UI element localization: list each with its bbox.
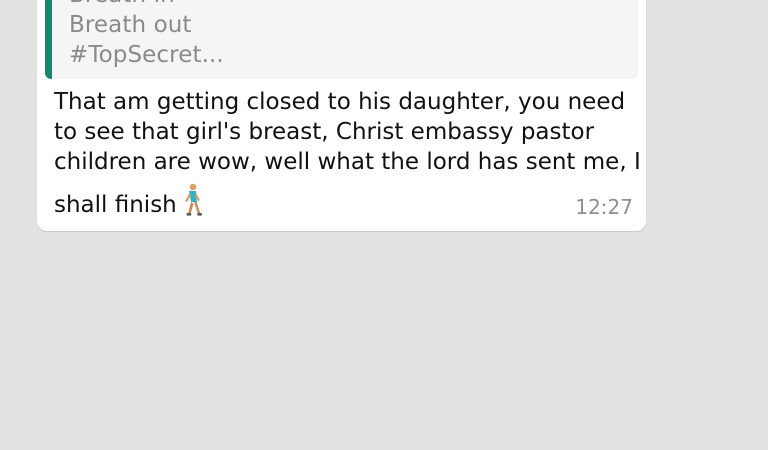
chat-area: Breath in Breath out #TopSecret... That … (0, 0, 768, 450)
message-line: That am getting closed to his daughter, … (54, 89, 626, 115)
message-timestamp: 12:27 (575, 195, 633, 219)
message-text: That am getting closed to his daughter, … (54, 87, 641, 220)
message-bubble[interactable]: Breath in Breath out #TopSecret... That … (37, 0, 646, 231)
quoted-line: #TopSecret... (69, 42, 224, 68)
quote-accent-bar (45, 0, 52, 79)
message-line: shall finish (54, 192, 177, 218)
person-walking-icon (184, 183, 202, 216)
quoted-line: Breath out (69, 12, 192, 38)
message-last-line: shall finish (54, 183, 624, 220)
message-line: children are wow, well what the lord has… (54, 149, 641, 175)
message-line: to see that girl's breast, Christ embass… (54, 119, 595, 145)
quoted-line: Breath in (69, 0, 224, 10)
quoted-message[interactable]: Breath in Breath out #TopSecret... (45, 0, 638, 79)
quoted-text: Breath in Breath out #TopSecret... (69, 0, 224, 70)
